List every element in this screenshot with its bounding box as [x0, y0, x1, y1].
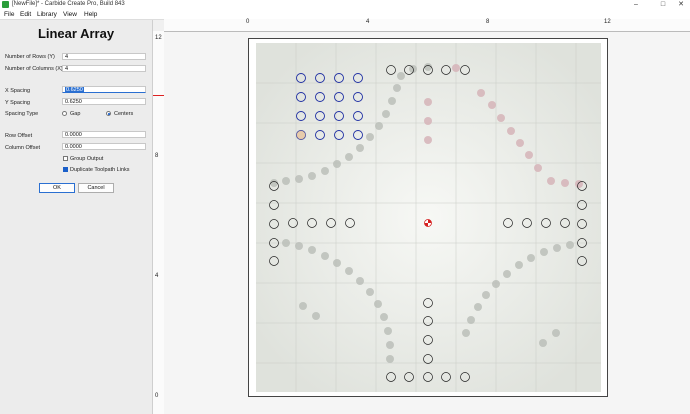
linear-array-panel: Linear Array Number of Rows (Y) 4 Number…: [0, 20, 153, 414]
ok-button[interactable]: OK: [39, 183, 75, 193]
background-image: [256, 43, 601, 392]
window-title: [NewFile]* - Carbide Create Pro, Build 8…: [12, 1, 125, 7]
v-tick-8: 8: [155, 153, 159, 159]
rows-input[interactable]: 4: [62, 53, 146, 60]
menu-file[interactable]: File: [4, 11, 14, 18]
centers-label: Centers: [114, 111, 134, 117]
center-marker-icon: [424, 219, 432, 227]
title-bar: [NewFile]* - Carbide Create Pro, Build 8…: [0, 0, 690, 10]
maximize-icon[interactable]: □: [655, 0, 671, 10]
duplicate-toolpath-checkbox[interactable]: [63, 167, 68, 172]
panel-title: Linear Array: [37, 26, 115, 41]
x-spacing-label: X Spacing: [5, 88, 31, 94]
v-tick-0: 0: [155, 393, 159, 399]
columns-input[interactable]: 4: [62, 65, 146, 72]
h-tick-0: 0: [246, 19, 250, 25]
row-offset-label: Row Offset: [5, 133, 33, 139]
x-spacing-input[interactable]: 0.6250: [62, 86, 146, 93]
group-output-label: Group Output: [70, 156, 104, 162]
group-output-checkbox[interactable]: [63, 156, 68, 161]
columns-label: Number of Columns (X): [5, 66, 63, 72]
spacing-type-label: Spacing Type: [5, 111, 39, 117]
stock-boundary: [248, 38, 608, 397]
rows-label: Number of Rows (Y): [5, 54, 55, 60]
column-offset-input[interactable]: 0.0000: [62, 143, 146, 150]
y-spacing-label: Y Spacing: [5, 100, 30, 106]
gap-label: Gap: [70, 111, 81, 117]
menu-library[interactable]: Library: [37, 11, 57, 18]
column-offset-label: Column Offset: [5, 145, 41, 151]
h-tick-4: 4: [366, 19, 370, 25]
design-canvas[interactable]: [164, 32, 690, 414]
h-tick-12: 12: [604, 19, 611, 25]
highlight-hole: [296, 130, 306, 140]
row-offset-input[interactable]: 0.0000: [62, 131, 146, 138]
ruler-cursor-marker: [153, 95, 164, 96]
cancel-button[interactable]: Cancel: [78, 183, 114, 193]
menu-help[interactable]: Help: [84, 11, 97, 18]
horizontal-ruler: 0 4 8 12: [164, 19, 690, 32]
h-tick-8: 8: [486, 19, 490, 25]
v-tick-4: 4: [155, 273, 159, 279]
duplicate-toolpath-label: Duplicate Toolpath Links: [70, 167, 130, 173]
gap-radio[interactable]: [62, 111, 67, 116]
close-icon[interactable]: ✕: [673, 0, 689, 10]
x-spacing-value: 0.6250: [65, 87, 84, 93]
menu-edit[interactable]: Edit: [20, 11, 31, 18]
menu-view[interactable]: View: [63, 11, 77, 18]
app-icon: [2, 1, 9, 8]
centers-radio[interactable]: [106, 111, 111, 116]
v-tick-12: 12: [155, 35, 162, 41]
photo-fill: [256, 43, 601, 392]
minimize-icon[interactable]: –: [628, 0, 644, 10]
design-vectors[interactable]: [256, 43, 601, 392]
y-spacing-input[interactable]: 0.6250: [62, 98, 146, 105]
